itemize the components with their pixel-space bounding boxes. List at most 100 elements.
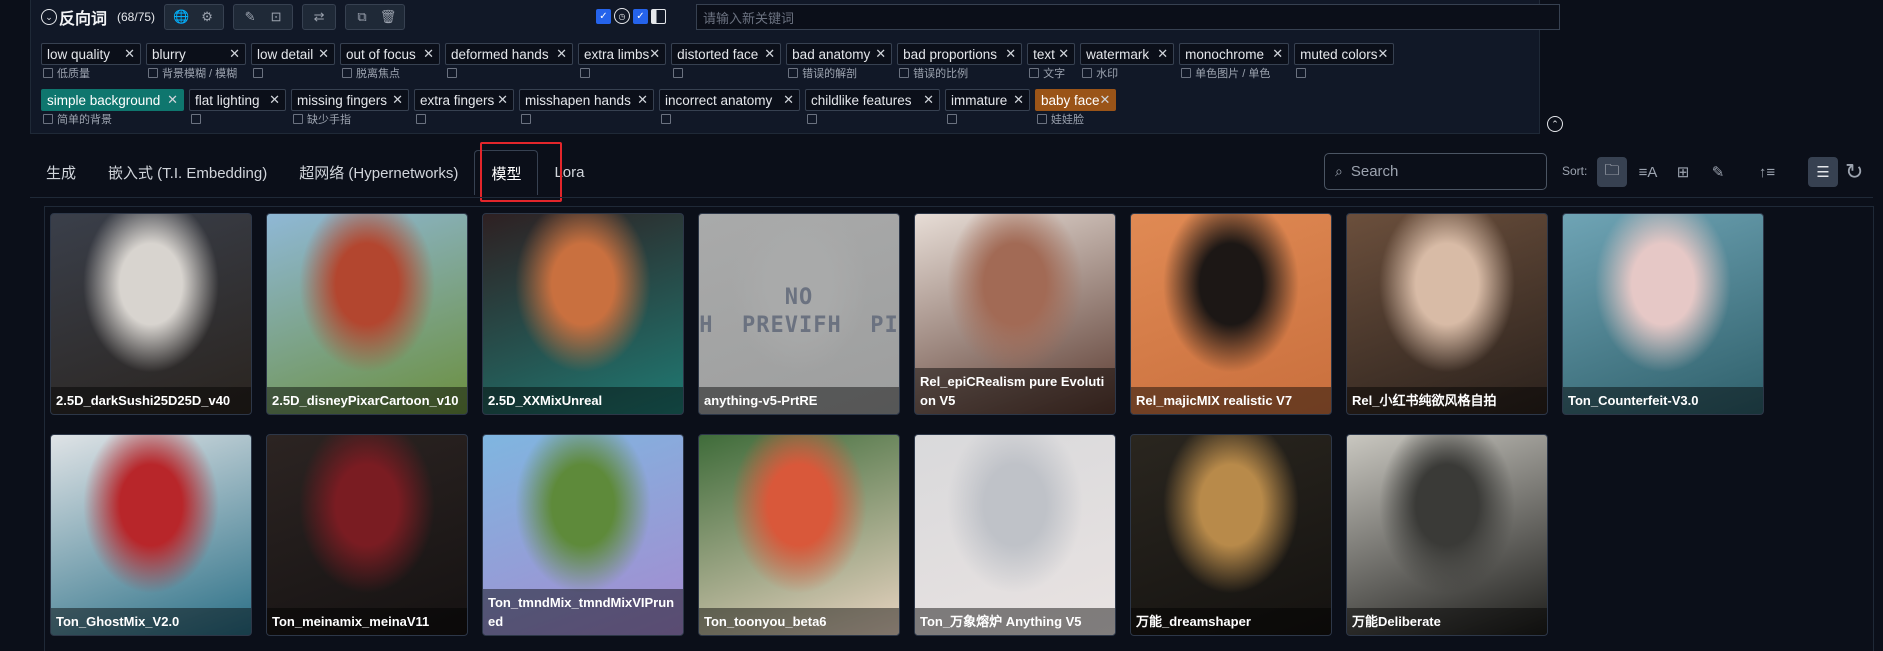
- remove-tag-icon[interactable]: ✕: [923, 92, 934, 108]
- remove-tag-icon[interactable]: ✕: [167, 92, 178, 108]
- remove-tag-icon[interactable]: ✕: [497, 92, 508, 108]
- model-card[interactable]: Rel_epiCRealism pure Evolution V5: [914, 213, 1116, 415]
- globe-icon[interactable]: 🌐: [168, 6, 194, 28]
- model-card[interactable]: Rel_majicMIX realistic V7: [1130, 213, 1332, 415]
- tag-chip[interactable]: monochrome ✕: [1179, 43, 1290, 65]
- tag-item: flat lighting ✕: [189, 89, 286, 127]
- tag-chip[interactable]: misshapen hands ✕: [519, 89, 654, 111]
- tag-chip[interactable]: simple background ✕: [41, 89, 184, 111]
- copy-icon[interactable]: ⧉: [349, 6, 375, 28]
- model-card[interactable]: Ton_GhostMix_V2.0: [50, 434, 252, 636]
- tag-item: watermark ✕ 水印: [1080, 43, 1175, 81]
- model-card[interactable]: Ton_万象熔炉 Anything V5: [914, 434, 1116, 636]
- remove-tag-icon[interactable]: ✕: [1272, 46, 1283, 62]
- trash-icon[interactable]: 🗑: [375, 6, 401, 28]
- translate-icon[interactable]: ⇄: [306, 6, 332, 28]
- remove-tag-icon[interactable]: ✕: [269, 92, 280, 108]
- remove-tag-icon[interactable]: ✕: [1377, 46, 1388, 62]
- tag-chip[interactable]: baby face ✕: [1035, 89, 1117, 111]
- model-name: Rel_epiCRealism pure Evolution V5: [915, 368, 1115, 414]
- model-card[interactable]: Ton_meinamix_meinaV11: [266, 434, 468, 636]
- collapse-up-icon[interactable]: ⌃: [1547, 116, 1563, 132]
- remove-tag-icon[interactable]: ✕: [124, 46, 135, 62]
- remove-tag-icon[interactable]: ✕: [1100, 92, 1111, 108]
- bookmark-icon[interactable]: ⊡: [263, 6, 289, 28]
- remove-tag-icon[interactable]: ✕: [392, 92, 403, 108]
- tag-chip[interactable]: bad proportions ✕: [897, 43, 1023, 65]
- tag-chip[interactable]: deformed hands ✕: [445, 43, 573, 65]
- tag-row: simple background ✕ 简单的背景 flat lighting ✕ mis…: [41, 89, 1121, 127]
- tag-label: text: [1033, 46, 1055, 62]
- tag-chip[interactable]: text ✕: [1027, 43, 1076, 65]
- tag-chip[interactable]: muted colors ✕: [1294, 43, 1395, 65]
- tag-chip[interactable]: extra limbs ✕: [578, 43, 667, 65]
- sort-name-icon[interactable]: ≡A: [1633, 157, 1663, 187]
- sort-date-modified-icon[interactable]: ✎: [1703, 157, 1733, 187]
- remove-tag-icon[interactable]: ✕: [875, 46, 886, 62]
- collapse-icon[interactable]: ⌄: [41, 9, 57, 25]
- panel-toggle-icon[interactable]: [651, 8, 666, 24]
- card-view-icon[interactable]: ☰: [1808, 157, 1838, 187]
- tag-item: extra fingers ✕: [414, 89, 514, 127]
- tag-chip[interactable]: distorted face ✕: [671, 43, 782, 65]
- model-card[interactable]: NO H PREVIFH PI anything-v5-PrtRE: [698, 213, 900, 415]
- remove-tag-icon[interactable]: ✕: [764, 46, 775, 62]
- tag-translation: 背景模糊 / 模糊: [146, 65, 246, 81]
- tag-translation: [414, 111, 514, 127]
- search-box[interactable]: ⌕: [1324, 153, 1547, 190]
- model-card[interactable]: 2.5D_XXMixUnreal: [482, 213, 684, 415]
- tag-chip[interactable]: missing fingers ✕: [291, 89, 409, 111]
- model-gallery: 2.5D_darkSushi25D25D_v40 2.5D_disneyPixar…: [44, 206, 1874, 651]
- tab-嵌入式[interactable]: 嵌入式 (T.I. Embedding): [92, 150, 283, 195]
- sort-date-created-icon[interactable]: ⊞: [1668, 157, 1698, 187]
- tag-chip[interactable]: out of focus ✕: [340, 43, 440, 65]
- model-card[interactable]: Ton_toonyou_beta6: [698, 434, 900, 636]
- tag-label: out of focus: [346, 46, 416, 62]
- sort-order-icon[interactable]: ↑≡: [1752, 157, 1782, 187]
- file-edit-icon[interactable]: ✎: [237, 6, 263, 28]
- tag-chip[interactable]: extra fingers ✕: [414, 89, 514, 111]
- tag-chip[interactable]: blurry ✕: [146, 43, 246, 65]
- remove-tag-icon[interactable]: ✕: [1058, 46, 1069, 62]
- checkbox-2[interactable]: ✓: [633, 8, 648, 24]
- tag-chip[interactable]: low detail ✕: [251, 43, 335, 65]
- model-name: Ton_tmndMix_tmndMixVIPruned: [483, 589, 683, 635]
- sort-default-icon[interactable]: 🗀: [1597, 157, 1627, 187]
- model-card[interactable]: 万能_dreamshaper: [1130, 434, 1332, 636]
- remove-tag-icon[interactable]: ✕: [783, 92, 794, 108]
- remove-tag-icon[interactable]: ✕: [649, 46, 660, 62]
- tab-生成[interactable]: 生成: [30, 150, 92, 195]
- remove-tag-icon[interactable]: ✕: [637, 92, 648, 108]
- tab-divider: [30, 197, 1873, 198]
- tag-chip[interactable]: bad anatomy ✕: [786, 43, 893, 65]
- gear-icon[interactable]: ⚙: [194, 6, 220, 28]
- model-card[interactable]: 万能Deliberate: [1346, 434, 1548, 636]
- model-card[interactable]: 2.5D_darkSushi25D25D_v40: [50, 213, 252, 415]
- remove-tag-icon[interactable]: ✕: [229, 46, 240, 62]
- remove-tag-icon[interactable]: ✕: [1157, 46, 1168, 62]
- checkbox-1[interactable]: ✓: [596, 8, 611, 24]
- remove-tag-icon[interactable]: ✕: [556, 46, 567, 62]
- tab-超网络[interactable]: 超网络 (Hypernetworks): [283, 150, 474, 195]
- model-card[interactable]: Ton_Counterfeit-V3.0: [1562, 213, 1764, 415]
- history-icon[interactable]: ◷: [614, 8, 630, 24]
- model-name: 2.5D_disneyPixarCartoon_v10: [267, 387, 467, 414]
- remove-tag-icon[interactable]: ✕: [423, 46, 434, 62]
- tag-chip[interactable]: childlike features ✕: [805, 89, 940, 111]
- search-input[interactable]: [1350, 163, 1521, 180]
- tag-label: misshapen hands: [525, 92, 631, 108]
- model-card[interactable]: 2.5D_disneyPixarCartoon_v10: [266, 213, 468, 415]
- new-keyword-input[interactable]: 请输入新关键词: [696, 4, 1560, 30]
- model-card[interactable]: Ton_tmndMix_tmndMixVIPruned: [482, 434, 684, 636]
- remove-tag-icon[interactable]: ✕: [318, 46, 329, 62]
- tag-chip[interactable]: watermark ✕: [1080, 43, 1175, 65]
- tag-chip[interactable]: flat lighting ✕: [189, 89, 286, 111]
- tag-chip[interactable]: incorrect anatomy ✕: [659, 89, 800, 111]
- refresh-icon[interactable]: ↻: [1845, 159, 1863, 185]
- no-preview-placeholder: NO H PREVIFH PI: [699, 285, 899, 338]
- tag-chip[interactable]: immature ✕: [945, 89, 1030, 111]
- tag-chip[interactable]: low quality ✕: [41, 43, 141, 65]
- remove-tag-icon[interactable]: ✕: [1005, 46, 1016, 62]
- remove-tag-icon[interactable]: ✕: [1013, 92, 1024, 108]
- model-card[interactable]: Rel_小红书纯欲风格自拍: [1346, 213, 1548, 415]
